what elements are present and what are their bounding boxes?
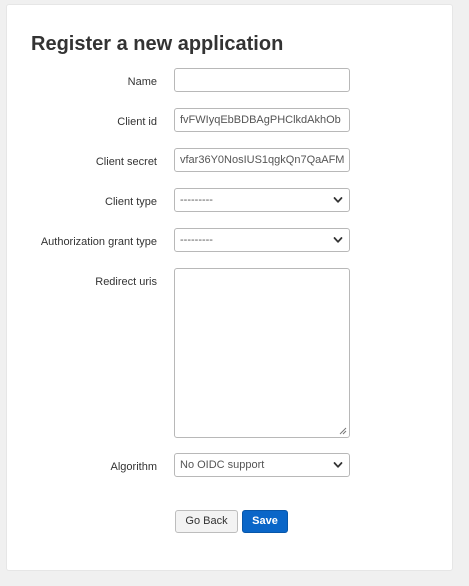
grant-type-value: ---------	[180, 234, 213, 246]
client-type-label: Client type	[105, 196, 157, 208]
algorithm-label: Algorithm	[110, 461, 157, 473]
go-back-button[interactable]: Go Back	[175, 510, 238, 533]
client-type-value: ---------	[180, 194, 213, 206]
client-secret-input[interactable]: vfar36Y0NosIUS1qgkQn7QaAFM	[174, 148, 350, 172]
grant-type-label: Authorization grant type	[40, 236, 157, 248]
algorithm-value: No OIDC support	[180, 459, 265, 471]
client-id-input[interactable]: fvFWIyqEbBDBAgPHClkdAkhOb	[174, 108, 350, 132]
chevron-down-icon	[333, 237, 343, 243]
redirect-uris-label: Redirect uris	[95, 276, 157, 288]
chevron-down-icon	[333, 462, 343, 468]
chevron-down-icon	[333, 197, 343, 203]
form-card: Register a new application Name Client i…	[6, 4, 453, 571]
client-secret-label: Client secret	[95, 156, 157, 168]
grant-type-select[interactable]: ---------	[174, 228, 350, 252]
client-type-select[interactable]: ---------	[174, 188, 350, 212]
save-button[interactable]: Save	[242, 510, 288, 533]
resize-grip-icon[interactable]	[339, 427, 347, 435]
page-title: Register a new application	[31, 33, 284, 55]
name-input[interactable]	[174, 68, 350, 92]
name-label: Name	[127, 76, 157, 88]
redirect-uris-textarea[interactable]	[174, 268, 350, 438]
algorithm-select[interactable]: No OIDC support	[174, 453, 350, 477]
client-id-label: Client id	[117, 116, 157, 128]
